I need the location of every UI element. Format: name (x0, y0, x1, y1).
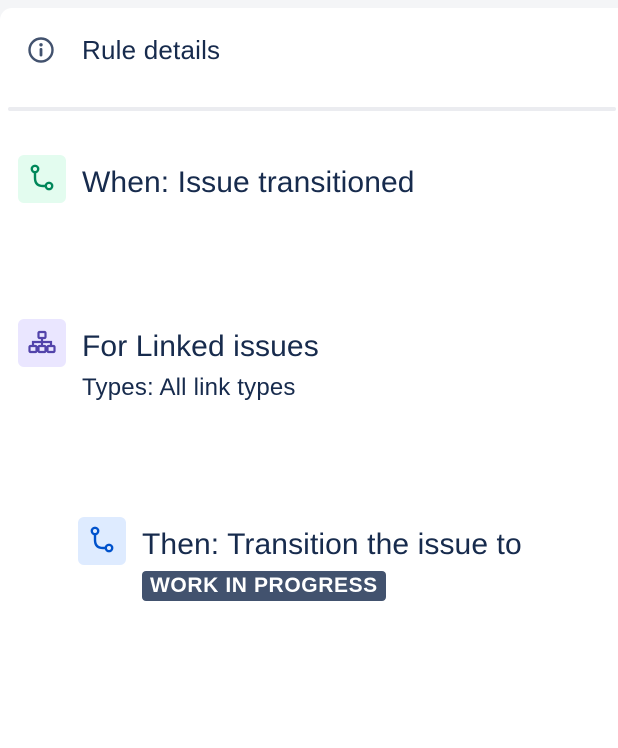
rule-panel: Rule details When: Issue transitioned Fo… (0, 8, 618, 748)
branch-component[interactable]: For Linked issues Types: All link types (18, 319, 319, 403)
rule-details-label: Rule details (82, 34, 221, 65)
branch-icon (18, 319, 66, 367)
rule-details-link[interactable]: Rule details (26, 34, 221, 65)
trigger-title: When: Issue transitioned (82, 166, 415, 199)
transition-icon (78, 517, 126, 565)
info-icon (26, 35, 56, 65)
divider (8, 107, 616, 111)
transition-icon (18, 155, 66, 203)
branch-subtitle: Types: All link types (82, 374, 296, 401)
action-component[interactable]: Then: Transition the issue to WORK IN PR… (78, 517, 522, 601)
branch-title: For Linked issues (82, 330, 319, 363)
status-lozenge: WORK IN PROGRESS (142, 571, 386, 601)
trigger-component[interactable]: When: Issue transitioned (18, 155, 415, 203)
action-title: Then: Transition the issue to (142, 528, 522, 561)
